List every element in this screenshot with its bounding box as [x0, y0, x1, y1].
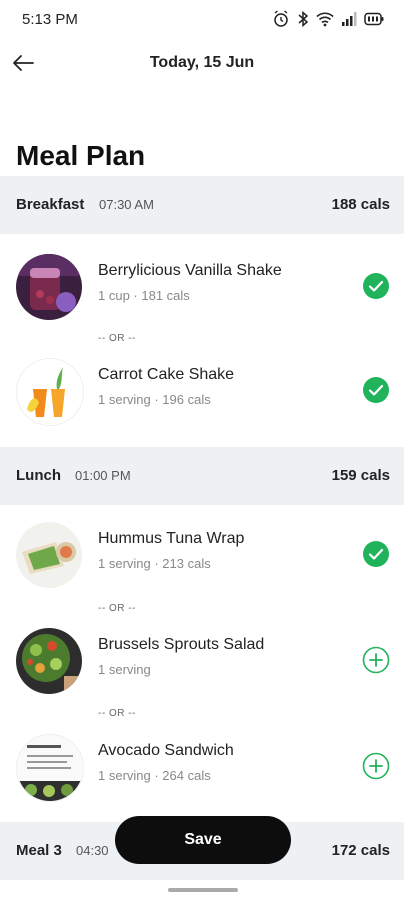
- meal-image: [16, 522, 82, 588]
- meal-name: Brussels Sprouts Salad: [98, 636, 265, 653]
- wifi-icon: [316, 11, 334, 27]
- section-header-breakfast: Breakfast 07:30 AM 188 cals: [0, 176, 404, 234]
- or-separator: -- OR --: [98, 333, 136, 344]
- section-cals: 159 cals: [331, 467, 390, 484]
- signal-icon: [341, 11, 357, 27]
- section-cals: 188 cals: [331, 196, 390, 213]
- meal-name: Hummus Tuna Wrap: [98, 530, 245, 547]
- section-name: Meal 3: [16, 842, 62, 859]
- meal-item-brussels-sprouts-salad[interactable]: Brussels Sprouts Salad 1 serving: [0, 626, 404, 696]
- meal-item-hummus-tuna-wrap[interactable]: Hummus Tuna Wrap 1 serving · 213 cals: [0, 520, 404, 590]
- status-bar: 5:13 PM: [0, 0, 404, 40]
- meal-image: [16, 254, 82, 320]
- status-time: 5:13 PM: [22, 11, 78, 28]
- top-bar: Today, 15 Jun: [0, 44, 404, 84]
- meal-item-avocado-sandwich[interactable]: Avocado Sandwich 1 serving · 264 cals: [0, 732, 404, 802]
- meal-name: Avocado Sandwich: [98, 742, 234, 759]
- date-title: Today, 15 Jun: [149, 54, 255, 71]
- page-title: Meal Plan: [16, 140, 146, 171]
- save-button[interactable]: Save: [115, 816, 291, 864]
- meal-image: [16, 628, 82, 694]
- section-name: Breakfast: [16, 196, 85, 213]
- meal-item-carrot-cake[interactable]: Carrot Cake Shake 1 serving · 196 cals: [0, 356, 404, 426]
- meal-details: 1 cup · 181 cals: [98, 288, 190, 303]
- home-indicator: [168, 888, 238, 892]
- status-icons: [272, 10, 384, 28]
- section-name: Lunch: [16, 467, 61, 484]
- section-header-lunch: Lunch 01:00 PM 159 cals: [0, 447, 404, 505]
- meal-details: 1 serving: [98, 662, 151, 677]
- check-circle-icon[interactable]: [362, 376, 390, 404]
- meal-details: 1 serving · 264 cals: [98, 768, 211, 783]
- meal-name: Berrylicious Vanilla Shake: [98, 262, 282, 279]
- alarm-icon: [272, 10, 290, 28]
- section-time: 04:30: [76, 843, 109, 858]
- or-separator: -- OR --: [98, 708, 136, 719]
- bluetooth-icon: [297, 10, 309, 28]
- battery-icon: [364, 12, 384, 26]
- meal-image: [16, 358, 84, 426]
- check-circle-icon[interactable]: [362, 272, 390, 300]
- check-circle-icon[interactable]: [362, 540, 390, 568]
- meal-name: Carrot Cake Shake: [98, 366, 235, 383]
- section-time: 07:30 AM: [99, 197, 154, 212]
- add-circle-icon[interactable]: [362, 646, 390, 674]
- meal-details: 1 serving · 213 cals: [98, 556, 211, 571]
- meal-image: [16, 734, 84, 802]
- add-circle-icon[interactable]: [362, 752, 390, 780]
- meal-item-berrylicious[interactable]: Berrylicious Vanilla Shake 1 cup · 181 c…: [0, 252, 404, 322]
- or-separator: -- OR --: [98, 603, 136, 614]
- section-time: 01:00 PM: [75, 468, 131, 483]
- section-cals: 172 cals: [331, 842, 390, 859]
- meal-details: 1 serving · 196 cals: [98, 392, 211, 407]
